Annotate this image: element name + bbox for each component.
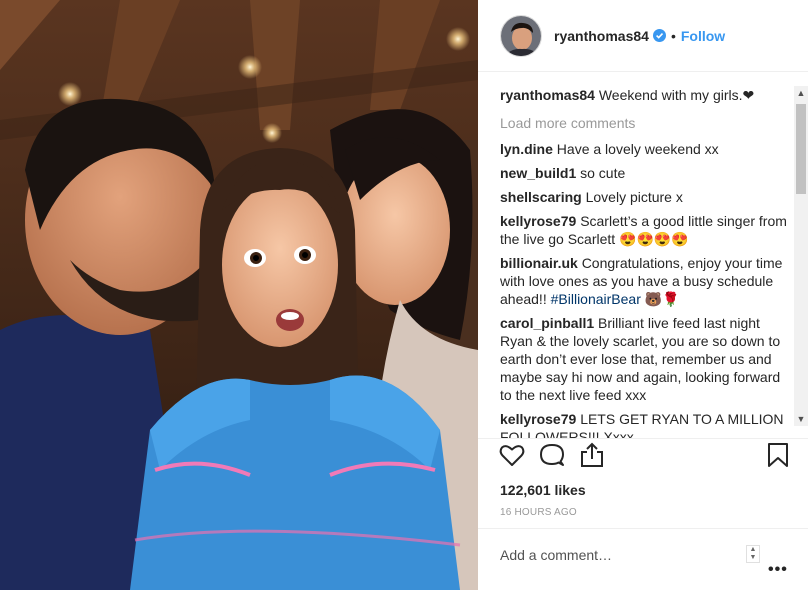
comment-username[interactable]: billionair.uk (500, 255, 578, 271)
post-timestamp[interactable]: 16 HOURS AGO (500, 507, 577, 518)
caption-username[interactable]: ryanthomas84 (500, 87, 595, 103)
verified-badge-icon (652, 29, 666, 42)
comment-text: Have a lovely weekend xx (556, 141, 719, 157)
scroll-down-arrow-icon[interactable]: ▼ (794, 412, 808, 426)
comment-text: Lovely picture x (585, 189, 683, 205)
add-comment-input[interactable] (500, 545, 730, 565)
scroll-up-arrow-icon[interactable]: ▲ (794, 86, 808, 100)
comment-item: shellscaring Lovely picture x (500, 188, 790, 206)
post-header: ryanthomas84 • Follow (478, 0, 808, 72)
load-more-comments-button[interactable]: Load more comments (500, 114, 790, 132)
comment-item: lyn.dine Have a lovely weekend xx (500, 140, 790, 158)
comment-emoji: 🐻🌹 (640, 291, 680, 307)
comments-scrollbar[interactable]: ▲ ▼ (794, 86, 808, 426)
comment-item: kellyrose79 LETS GET RYAN TO A MILLION F… (500, 410, 790, 438)
comment-item: kellyrose79 Scarlett’s a good little sin… (500, 212, 790, 248)
comment-text: so cute (580, 165, 626, 181)
comment-item: new_build1 so cute (500, 164, 790, 182)
comment-username[interactable]: kellyrose79 (500, 213, 576, 229)
speech-bubble-icon[interactable] (538, 441, 566, 469)
avatar[interactable] (500, 14, 542, 57)
comment-username[interactable]: new_build1 (500, 165, 576, 181)
post-photo[interactable] (0, 0, 478, 590)
input-spinner-icon[interactable]: ▲ ▼ (746, 545, 760, 563)
comment-item: billionair.uk Congratulations, enjoy you… (500, 254, 790, 308)
comment-username[interactable]: kellyrose79 (500, 411, 576, 427)
caption: ryanthomas84 Weekend with my girls.❤ (500, 86, 790, 104)
likes-count[interactable]: 122,601 likes (500, 482, 586, 498)
post-actions (478, 438, 808, 474)
post-side-panel: ryanthomas84 • Follow ryanthomas84 Weeke… (478, 0, 808, 590)
hashtag-link[interactable]: #BillionairBear (551, 291, 641, 307)
more-options-icon[interactable]: ••• (768, 561, 788, 579)
header-separator: • (670, 27, 676, 44)
comment-username[interactable]: shellscaring (500, 189, 582, 205)
scrollbar-thumb[interactable] (796, 104, 806, 194)
caption-text: Weekend with my girls.❤ (598, 87, 755, 103)
post-username[interactable]: ryanthomas84 (554, 28, 649, 44)
comment-username[interactable]: carol_pinball1 (500, 315, 594, 331)
bookmark-icon[interactable] (764, 441, 792, 469)
heart-outline-icon[interactable] (498, 441, 526, 469)
follow-button[interactable]: Follow (681, 28, 725, 44)
post-image (0, 0, 478, 590)
add-comment-section: ▲▼ ••• (478, 528, 808, 590)
comment-username[interactable]: lyn.dine (500, 141, 553, 157)
share-icon[interactable] (578, 441, 606, 469)
comments-list: ryanthomas84 Weekend with my girls.❤ Loa… (500, 86, 790, 438)
comment-item: carol_pinball1 Brilliant live feed last … (500, 314, 790, 404)
